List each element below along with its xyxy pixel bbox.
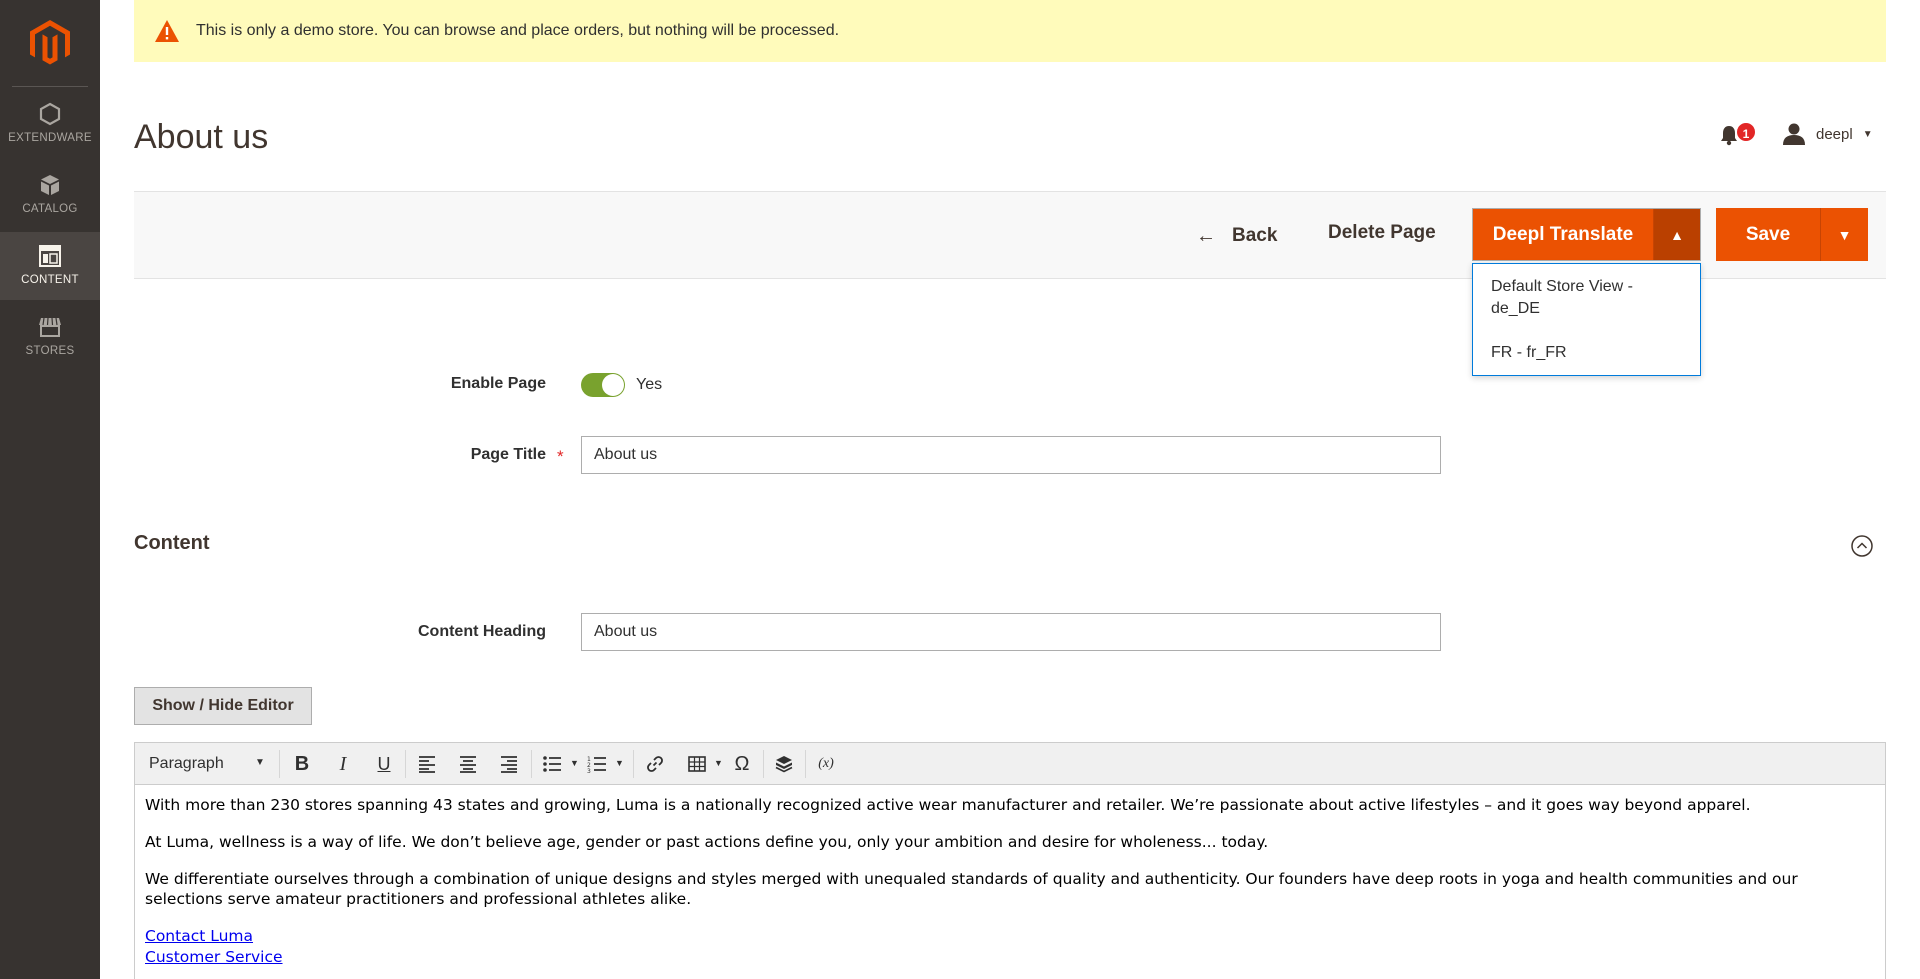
numbered-list-icon: 123 [587, 756, 606, 774]
underline-button[interactable]: U [371, 752, 397, 776]
sidebar-item-extendware[interactable]: EXTENDWARE [0, 90, 100, 158]
back-button[interactable]: ← Back [1196, 222, 1277, 250]
toolbar-separator [805, 750, 806, 778]
page-title-input[interactable] [581, 436, 1441, 474]
content-paragraph: With more than 230 stores spanning 43 st… [145, 796, 1751, 814]
align-center-button[interactable] [455, 752, 481, 776]
deepl-translate-split-button: Deepl Translate ▲ [1472, 208, 1701, 261]
box-icon [41, 175, 59, 195]
align-right-icon [501, 756, 517, 773]
warning-icon [155, 20, 179, 42]
user-menu[interactable]: deepl ▼ [1782, 122, 1873, 146]
magento-logo[interactable] [30, 20, 70, 66]
wysiwyg-editor: Paragraph ▼ B I U ▼ 123 ▼ ▼ Ω (x) With m… [134, 742, 1886, 979]
content-heading-input[interactable] [581, 613, 1441, 651]
toolbar-separator [633, 750, 634, 778]
editor-content[interactable]: With more than 230 stores spanning 43 st… [145, 795, 1870, 968]
user-icon [1783, 123, 1805, 145]
svg-text:3: 3 [587, 768, 591, 774]
sidebar-item-label: CONTENT [21, 274, 79, 286]
notice-text: This is only a demo store. You can brows… [196, 22, 840, 39]
chevron-down-icon[interactable]: ▼ [570, 758, 579, 768]
storefront-icon [39, 317, 61, 337]
chevron-down-icon[interactable]: ▼ [714, 758, 723, 768]
content-paragraph: We differentiate ourselves through a com… [145, 870, 1798, 908]
page-title-label: Page Title [470, 446, 546, 463]
toggle-knob [602, 374, 624, 396]
chevron-up-icon: ▲ [1670, 226, 1684, 243]
sidebar-item-label: STORES [25, 345, 75, 357]
content-heading-label: Content Heading [418, 623, 546, 640]
align-left-button[interactable] [414, 752, 440, 776]
bullet-list-button[interactable] [539, 752, 565, 776]
collapse-icon[interactable] [1850, 534, 1874, 558]
content-paragraph: At Luma, wellness is a way of life. We d… [145, 833, 1269, 851]
toolbar-separator [279, 750, 280, 778]
sidebar-divider [12, 86, 88, 87]
chevron-down-icon: ▼ [1837, 226, 1852, 243]
chevron-down-icon: ▼ [1862, 128, 1873, 140]
italic-icon: I [339, 752, 347, 775]
customer-service-link[interactable]: Customer Service [145, 947, 1870, 968]
insert-widget-button[interactable] [771, 752, 797, 776]
enable-page-value: Yes [636, 376, 663, 393]
page-title: About us [134, 118, 269, 156]
toolbar-separator [763, 750, 764, 778]
admin-sidebar: EXTENDWARE CATALOG CONTENT STORES [0, 0, 100, 979]
special-character-button[interactable]: Ω [729, 752, 755, 776]
sidebar-item-label: EXTENDWARE [8, 132, 92, 144]
variable-icon: (x) [818, 756, 834, 771]
insert-variable-button[interactable]: (x) [813, 752, 839, 776]
deepl-dropdown-toggle[interactable]: ▲ [1653, 209, 1700, 260]
bold-icon: B [294, 752, 310, 775]
sidebar-item-catalog[interactable]: CATALOG [0, 161, 100, 229]
omega-icon: Ω [734, 752, 750, 775]
italic-button[interactable]: I [330, 752, 356, 776]
toolbar-separator [405, 750, 406, 778]
show-hide-editor-button[interactable]: Show / Hide Editor [134, 687, 312, 725]
content-section-title: Content [134, 532, 210, 554]
hexagon-icon [39, 102, 61, 126]
enable-page-label: Enable Page [450, 375, 546, 392]
numbered-list-button[interactable]: 123 [584, 752, 610, 776]
align-right-button[interactable] [496, 752, 522, 776]
demo-notice: This is only a demo store. You can brows… [134, 0, 1886, 62]
save-dropdown-toggle[interactable]: ▼ [1820, 208, 1868, 261]
editor-toolbar: Paragraph ▼ B I U ▼ 123 ▼ ▼ Ω (x) [135, 743, 1885, 785]
enable-page-toggle[interactable] [581, 373, 625, 397]
save-button[interactable]: Save [1716, 208, 1820, 261]
deepl-option-fr[interactable]: FR - fr_FR [1491, 342, 1681, 364]
deepl-translate-button[interactable]: Deepl Translate [1473, 209, 1653, 260]
delete-page-button[interactable]: Delete Page [1328, 222, 1436, 244]
format-select[interactable]: Paragraph [149, 755, 224, 773]
arrow-left-icon: ← [1196, 224, 1216, 247]
sidebar-item-stores[interactable]: STORES [0, 303, 100, 371]
contact-luma-link[interactable]: Contact Luma [145, 926, 1870, 947]
deepl-option-de[interactable]: Default Store View - de_DE [1491, 276, 1681, 320]
align-left-icon [419, 756, 435, 773]
table-icon [688, 756, 706, 772]
sidebar-item-label: CATALOG [22, 203, 78, 215]
chevron-down-icon[interactable]: ▼ [255, 757, 265, 768]
chevron-down-icon[interactable]: ▼ [615, 758, 624, 768]
bullet-list-icon [543, 756, 561, 772]
back-label: Back [1232, 225, 1278, 246]
deepl-dropdown-menu: Default Store View - de_DE FR - fr_FR [1472, 263, 1701, 376]
toolbar-separator [531, 750, 532, 778]
save-split-button: Save ▼ [1716, 208, 1868, 261]
insert-table-button[interactable] [684, 752, 710, 776]
layout-icon [39, 245, 61, 267]
align-center-icon [460, 756, 476, 773]
required-asterisk: * [557, 447, 564, 466]
insert-link-button[interactable] [642, 752, 668, 776]
notification-badge: 1 [1735, 121, 1757, 143]
link-icon [647, 756, 663, 772]
user-name: deepl [1816, 125, 1853, 143]
sidebar-item-content[interactable]: CONTENT [0, 232, 100, 300]
widget-icon [775, 756, 793, 773]
bold-button[interactable]: B [289, 752, 315, 776]
underline-icon: U [377, 753, 391, 774]
